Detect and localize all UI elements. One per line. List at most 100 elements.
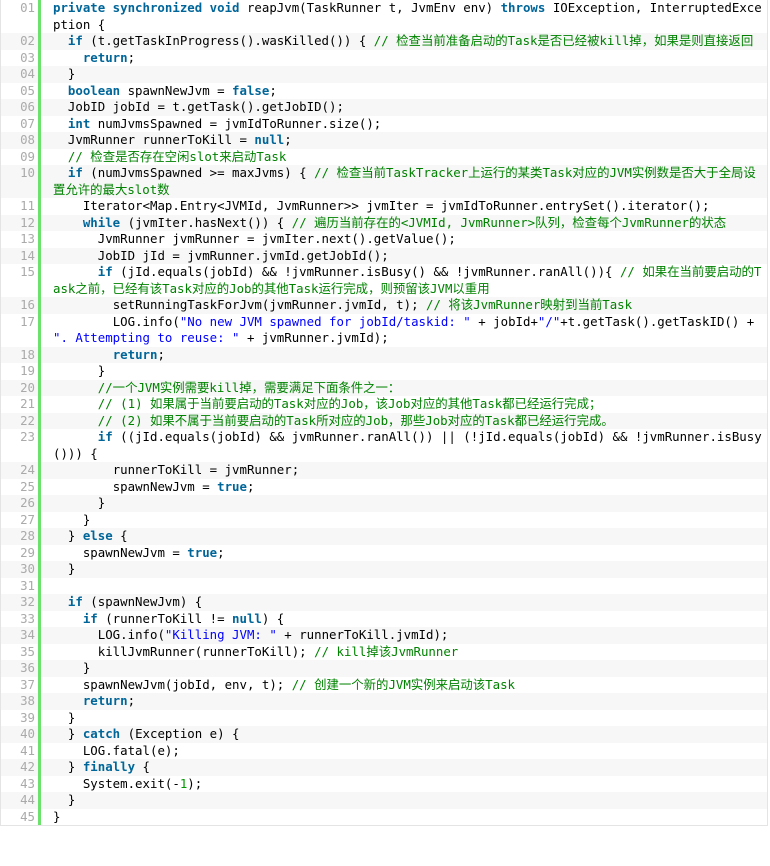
code-content: } bbox=[41, 512, 767, 529]
keyword-token: if bbox=[97, 264, 113, 279]
line-number: 01 bbox=[1, 0, 41, 33]
code-line: 08 JvmRunner runnerToKill = null; bbox=[1, 132, 767, 149]
code-token: setRunningTaskForJvm(jvmRunner.jvmId, t)… bbox=[53, 297, 426, 312]
code-token: } bbox=[53, 495, 106, 510]
code-content: LOG.info("No new JVM spawned for jobId/t… bbox=[41, 314, 767, 347]
line-number: 22 bbox=[1, 412, 41, 429]
code-token: numJvmsSpawned = jvmIdToRunner.size(); bbox=[90, 115, 382, 131]
line-number: 03 bbox=[1, 49, 41, 66]
code-token: +t.getTask().getTaskID() + bbox=[560, 313, 762, 329]
code-content: killJvmRunner(runnerToKill); // kill掉该Jv… bbox=[41, 644, 767, 661]
code-token: { bbox=[135, 759, 150, 774]
keyword-token: finally bbox=[82, 759, 136, 774]
line-number: 10 bbox=[1, 165, 41, 198]
code-token: (spawnNewJvm) { bbox=[82, 594, 203, 609]
code-line: 45} bbox=[1, 808, 767, 826]
string-token: "/" bbox=[537, 313, 561, 329]
keyword-token: boolean bbox=[67, 82, 121, 98]
code-line: 25 spawnNewJvm = true; bbox=[1, 478, 767, 495]
code-token: Iterator<Map.Entry<JVMId, JvmRunner>> jv… bbox=[53, 198, 710, 213]
line-number: 33 bbox=[1, 610, 41, 627]
line-number: 11 bbox=[1, 198, 41, 215]
code-token: + jvmRunner.jvmId); bbox=[239, 330, 389, 345]
line-number: 26 bbox=[1, 495, 41, 512]
code-line: 21 // (1) 如果属于当前要启动的Task对应的Job，该Job对应的其他… bbox=[1, 396, 767, 413]
keyword-token: return bbox=[82, 49, 128, 65]
comment-token: // 检查是否存在空闲slot来启动Task bbox=[67, 148, 287, 164]
code-content: spawnNewJvm = true; bbox=[41, 545, 767, 562]
code-content: } bbox=[41, 561, 767, 578]
code-content: } bbox=[41, 809, 767, 826]
line-number: 20 bbox=[1, 379, 41, 396]
line-number: 45 bbox=[1, 808, 41, 825]
code-line: 37 spawnNewJvm(jobId, env, t); // 创建一个新的… bbox=[1, 676, 767, 693]
line-number: 05 bbox=[1, 82, 41, 99]
code-token: (jvmIter.hasNext()) { bbox=[120, 214, 292, 230]
code-token: ; bbox=[269, 82, 277, 98]
keyword-token: return bbox=[112, 346, 158, 362]
code-content: JobID jId = jvmRunner.jvmId.getJobId(); bbox=[41, 248, 767, 265]
code-line: 27 } bbox=[1, 511, 767, 529]
code-line: 43 System.exit(-1); bbox=[1, 775, 767, 793]
comment-token: // 检查当前准备启动的Task是否已经被kill掉，如果是则直接返回 bbox=[373, 33, 754, 48]
line-number: 32 bbox=[1, 594, 41, 611]
code-token: } bbox=[53, 561, 76, 576]
code-token: } bbox=[53, 660, 91, 675]
line-number: 31 bbox=[1, 577, 41, 594]
code-content: if (t.getTaskInProgress().wasKilled()) {… bbox=[41, 33, 767, 50]
code-line: 28 } else { bbox=[1, 528, 767, 545]
code-line: 02 if (t.getTaskInProgress().wasKilled()… bbox=[1, 33, 767, 50]
code-content: } else { bbox=[41, 528, 767, 545]
comment-token: // 创建一个新的JVM实例来启动该Task bbox=[291, 676, 516, 692]
code-token: spawnNewJvm = bbox=[53, 478, 218, 494]
code-line: 04 } bbox=[1, 66, 767, 83]
code-token: } bbox=[53, 792, 76, 807]
code-line: 15 if (jId.equals(jobId) && !jvmRunner.i… bbox=[1, 264, 767, 297]
code-content: JobID jobId = t.getTask().getJobID(); bbox=[41, 99, 767, 116]
code-token: (Exception e) { bbox=[120, 726, 240, 741]
code-token: JobID jobId = t.getTask().getJobID(); bbox=[53, 99, 344, 114]
code-content: if (jId.equals(jobId) && !jvmRunner.isBu… bbox=[41, 264, 767, 297]
line-number: 39 bbox=[1, 709, 41, 726]
keyword-token: if bbox=[67, 33, 83, 48]
code-line: 07 int numJvmsSpawned = jvmIdToRunner.si… bbox=[1, 115, 767, 132]
code-token: ); bbox=[187, 775, 203, 791]
code-line: 41 LOG.fatal(e); bbox=[1, 742, 767, 759]
line-number: 09 bbox=[1, 148, 41, 165]
line-number: 17 bbox=[1, 313, 41, 347]
keyword-token: int bbox=[67, 115, 91, 131]
code-line: 03 return; bbox=[1, 49, 767, 67]
code-token: ; bbox=[246, 478, 255, 494]
code-content: return; bbox=[41, 50, 767, 67]
line-number: 08 bbox=[1, 132, 41, 149]
code-token: } bbox=[53, 709, 76, 725]
code-token: (runnerToKill != bbox=[97, 610, 233, 626]
keyword-token: return bbox=[82, 693, 128, 708]
code-token: ; bbox=[157, 346, 165, 362]
line-number: 29 bbox=[1, 544, 41, 561]
code-line: 36 } bbox=[1, 660, 767, 677]
code-token: ) { bbox=[261, 610, 285, 626]
code-line: 31 bbox=[1, 577, 767, 594]
line-number: 24 bbox=[1, 462, 41, 479]
code-line: 10 if (numJvmsSpawned >= maxJvms) { // 检… bbox=[1, 165, 767, 198]
keyword-token: null bbox=[232, 610, 262, 626]
code-content: Iterator<Map.Entry<JVMId, JvmRunner>> jv… bbox=[41, 198, 767, 215]
code-content: System.exit(-1); bbox=[41, 776, 767, 793]
keyword-token: true bbox=[217, 478, 247, 494]
code-token: ; bbox=[217, 544, 225, 560]
code-token: (numJvmsSpawned >= maxJvms) { bbox=[82, 165, 315, 180]
line-number: 21 bbox=[1, 396, 41, 413]
line-number: 04 bbox=[1, 66, 41, 83]
code-line: 35 killJvmRunner(runnerToKill); // kill掉… bbox=[1, 643, 767, 661]
code-token: LOG.info( bbox=[53, 627, 165, 642]
